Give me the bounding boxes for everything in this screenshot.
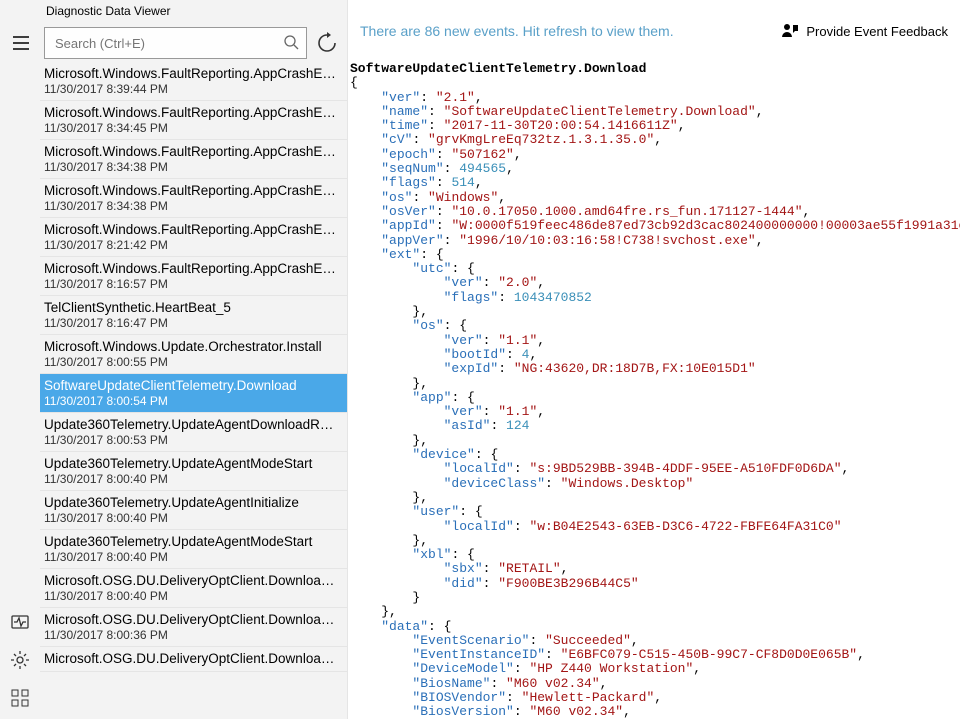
list-item[interactable]: Microsoft.Windows.FaultReporting.AppCras… [40, 179, 347, 218]
event-timestamp: 11/30/2017 8:00:40 PM [44, 472, 337, 486]
event-timestamp: 11/30/2017 8:16:57 PM [44, 277, 337, 291]
list-item[interactable]: SoftwareUpdateClientTelemetry.Download11… [40, 374, 347, 413]
event-timestamp: 11/30/2017 8:34:45 PM [44, 121, 337, 135]
event-timestamp: 11/30/2017 8:34:38 PM [44, 199, 337, 213]
event-timestamp: 11/30/2017 8:34:38 PM [44, 160, 337, 174]
list-item[interactable]: Microsoft.OSG.DU.DeliveryOptClient.Downl… [40, 647, 347, 672]
event-timestamp: 11/30/2017 8:00:40 PM [44, 550, 337, 564]
list-item[interactable]: Microsoft.OSG.DU.DeliveryOptClient.Downl… [40, 569, 347, 608]
event-name: Microsoft.OSG.DU.DeliveryOptClient.Downl… [44, 573, 337, 588]
event-name: TelClientSynthetic.HeartBeat_5 [44, 300, 337, 315]
event-name: Microsoft.Windows.FaultReporting.AppCras… [44, 105, 337, 120]
event-list[interactable]: Microsoft.Windows.FaultReporting.AppCras… [40, 62, 347, 719]
event-name: Microsoft.Windows.FaultReporting.AppCras… [44, 222, 337, 237]
event-name: Microsoft.Windows.FaultReporting.AppCras… [44, 144, 337, 159]
event-name: Microsoft.Windows.FaultReporting.AppCras… [44, 183, 337, 198]
feedback-label: Provide Event Feedback [806, 24, 948, 39]
list-item[interactable]: TelClientSynthetic.HeartBeat_511/30/2017… [40, 296, 347, 335]
search-icon[interactable] [283, 34, 299, 53]
event-name: Microsoft.Windows.Update.Orchestrator.In… [44, 339, 337, 354]
event-timestamp: 11/30/2017 8:00:55 PM [44, 355, 337, 369]
event-name: Microsoft.Windows.FaultReporting.AppCras… [44, 261, 337, 276]
event-name: Microsoft.OSG.DU.DeliveryOptClient.Downl… [44, 612, 337, 627]
event-name: Microsoft.Windows.FaultReporting.AppCras… [44, 66, 337, 81]
event-timestamp: 11/30/2017 8:39:44 PM [44, 82, 337, 96]
event-timestamp: 11/30/2017 8:00:53 PM [44, 433, 337, 447]
provide-feedback-button[interactable]: Provide Event Feedback [780, 21, 948, 41]
event-detail-viewer[interactable]: SoftwareUpdateClientTelemetry.Download {… [348, 62, 960, 719]
list-item[interactable]: Update360Telemetry.UpdateAgentModeStart1… [40, 452, 347, 491]
event-timestamp: 11/30/2017 8:00:36 PM [44, 628, 337, 642]
list-item[interactable]: Update360Telemetry.UpdateAgentModeStart1… [40, 530, 347, 569]
event-timestamp: 11/30/2017 8:00:40 PM [44, 589, 337, 603]
app-icon[interactable] [3, 681, 37, 715]
list-item[interactable]: Microsoft.OSG.DU.DeliveryOptClient.Downl… [40, 608, 347, 647]
list-item[interactable]: Microsoft.Windows.FaultReporting.AppCras… [40, 140, 347, 179]
event-timestamp: 11/30/2017 8:16:47 PM [44, 316, 337, 330]
settings-icon[interactable] [3, 643, 37, 677]
hamburger-icon[interactable] [4, 26, 38, 60]
event-name: Update360Telemetry.UpdateAgentModeStart [44, 534, 337, 549]
search-input[interactable] [44, 27, 307, 59]
diagnostics-icon[interactable] [3, 605, 37, 639]
window-title: Diagnostic Data Viewer [0, 0, 347, 22]
list-item[interactable]: Update360Telemetry.UpdateAgentInitialize… [40, 491, 347, 530]
event-name: Update360Telemetry.UpdateAgentModeStart [44, 456, 337, 471]
list-item[interactable]: Microsoft.Windows.Update.Orchestrator.In… [40, 335, 347, 374]
event-name: Update360Telemetry.UpdateAgentDownloadRe… [44, 417, 337, 432]
event-name: Microsoft.OSG.DU.DeliveryOptClient.Downl… [44, 651, 337, 666]
event-name: SoftwareUpdateClientTelemetry.Download [44, 378, 337, 393]
refresh-icon[interactable] [313, 29, 341, 57]
list-item[interactable]: Microsoft.Windows.FaultReporting.AppCras… [40, 257, 347, 296]
list-item[interactable]: Update360Telemetry.UpdateAgentDownloadRe… [40, 413, 347, 452]
event-name: Update360Telemetry.UpdateAgentInitialize [44, 495, 337, 510]
list-item[interactable]: Microsoft.Windows.FaultReporting.AppCras… [40, 62, 347, 101]
list-item[interactable]: Microsoft.Windows.FaultReporting.AppCras… [40, 101, 347, 140]
event-timestamp: 11/30/2017 8:00:54 PM [44, 394, 337, 408]
event-timestamp: 11/30/2017 8:21:42 PM [44, 238, 337, 252]
new-events-status: There are 86 new events. Hit refresh to … [360, 23, 674, 39]
list-item[interactable]: Microsoft.Windows.FaultReporting.AppCras… [40, 218, 347, 257]
event-timestamp: 11/30/2017 8:00:40 PM [44, 511, 337, 525]
